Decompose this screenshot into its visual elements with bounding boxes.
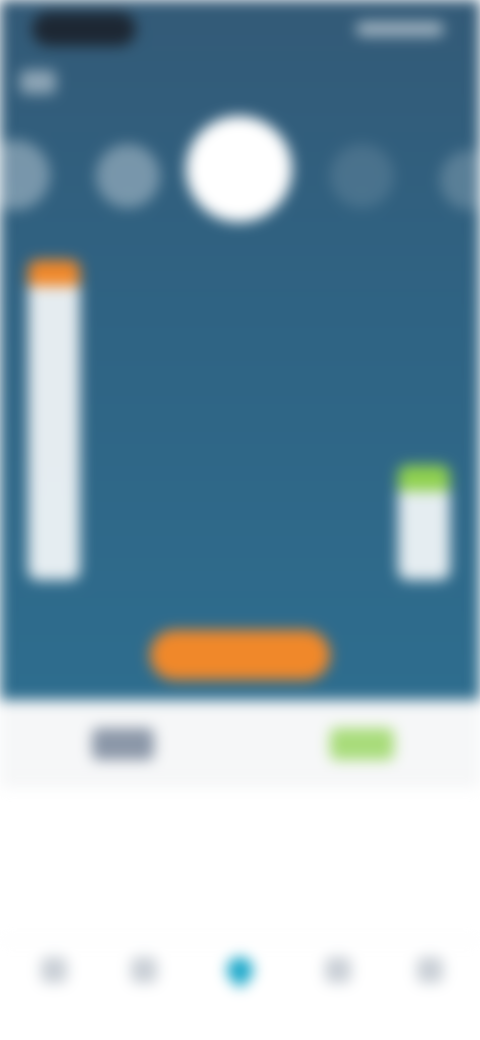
nav-item-home[interactable] — [22, 953, 86, 1019]
pin-icon — [221, 951, 259, 989]
primary-action-button[interactable] — [150, 630, 330, 680]
day-bubble[interactable] — [96, 144, 160, 208]
tab-left[interactable] — [92, 728, 154, 760]
nav-item-user[interactable] — [398, 953, 462, 1019]
tab-right[interactable] — [330, 728, 394, 760]
user-icon — [417, 957, 443, 983]
day-bubble[interactable] — [330, 144, 394, 208]
day-bubble-selected[interactable] — [186, 116, 292, 222]
home-icon — [41, 957, 67, 983]
day-strip — [0, 110, 480, 230]
day-bubble[interactable] — [0, 140, 50, 210]
hero-panel — [0, 0, 480, 700]
status-time-pill — [32, 12, 136, 46]
progress-bar-left-cap — [28, 260, 80, 286]
nav-item-list[interactable] — [112, 953, 176, 1019]
status-bar — [0, 0, 480, 60]
list-icon — [131, 957, 157, 983]
progress-bar-right-cap — [398, 465, 450, 491]
progress-bar-left — [28, 260, 80, 580]
app-screen — [0, 0, 480, 1040]
nav-item-pin[interactable] — [208, 951, 272, 1019]
progress-bar-right — [398, 465, 450, 580]
bottom-nav — [0, 940, 480, 1040]
status-icons — [356, 22, 444, 36]
chart-icon — [325, 957, 351, 983]
segment-tabs — [0, 700, 480, 786]
back-icon[interactable] — [20, 70, 56, 94]
day-bubble[interactable] — [440, 150, 480, 210]
nav-item-chart[interactable] — [306, 953, 370, 1019]
